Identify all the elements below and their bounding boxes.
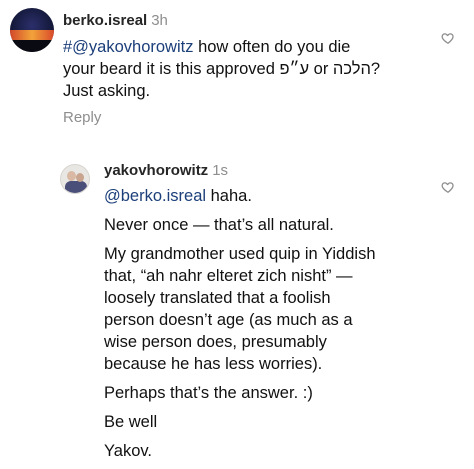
like-comment-heart-icon[interactable] xyxy=(441,31,455,45)
reply-paragraph-2-line-4: person doesn’t age (as much as a xyxy=(104,311,353,329)
avatar-face-2 xyxy=(76,173,84,182)
reply-paragraph-2-line-5: wise person does, presumably xyxy=(104,333,327,351)
commenter-username-text[interactable]: berko.isreal xyxy=(63,12,147,29)
reply-paragraph-5: Yakov. xyxy=(104,442,152,460)
reply-paragraph-3: Perhaps that’s the answer. :) xyxy=(104,384,313,402)
reply-line-1-text: haha. xyxy=(206,187,252,205)
replier-avatar[interactable] xyxy=(60,164,90,194)
reply-timestamp: 1s xyxy=(212,162,229,179)
reply-paragraph-2-line-1: My grandmother used quip in Yiddish xyxy=(104,245,376,263)
commenter-avatar[interactable] xyxy=(10,8,54,52)
replier-username[interactable]: yakovhorowitz 1s xyxy=(104,162,228,179)
avatar-skyline xyxy=(10,40,54,52)
reply-paragraph-1: Never once — that’s all natural. xyxy=(104,216,334,234)
reply-paragraph-2-line-6: because he has less worries). xyxy=(104,355,323,373)
reply-body: @berko.isreal haha. Never once — that’s … xyxy=(104,185,444,469)
avatar-sunset-band xyxy=(10,30,54,40)
commenter-username[interactable]: berko.isreal 3h xyxy=(63,12,168,29)
comment-line-3: Just asking. xyxy=(63,82,151,100)
comment-line-2: your beard it is this approved ע״פ or הל… xyxy=(63,60,381,78)
comment-line-1: #@yakovhorowitz how often do you die xyxy=(63,36,433,58)
comment-mention[interactable]: #@yakovhorowitz xyxy=(63,38,193,56)
reply-paragraph-2-line-2: that, “ah nahr elteret zich nisht” — xyxy=(104,267,353,285)
comment-timestamp: 3h xyxy=(151,12,168,29)
reply-paragraph-2-line-3: loosely translated that a foolish xyxy=(104,289,331,307)
replier-username-text[interactable]: yakovhorowitz xyxy=(104,162,208,179)
comment-line-1-text: how often do you die xyxy=(193,38,351,56)
reply-mention[interactable]: @berko.isreal xyxy=(104,187,206,205)
comment-body: #@yakovhorowitz how often do you die you… xyxy=(63,36,433,102)
reply-line-1: @berko.isreal haha. xyxy=(104,185,444,207)
reply-button[interactable]: Reply xyxy=(63,109,101,126)
reply-paragraph-4: Be well xyxy=(104,413,158,431)
avatar-figure-body xyxy=(65,181,87,193)
avatar-face-1 xyxy=(67,171,76,181)
